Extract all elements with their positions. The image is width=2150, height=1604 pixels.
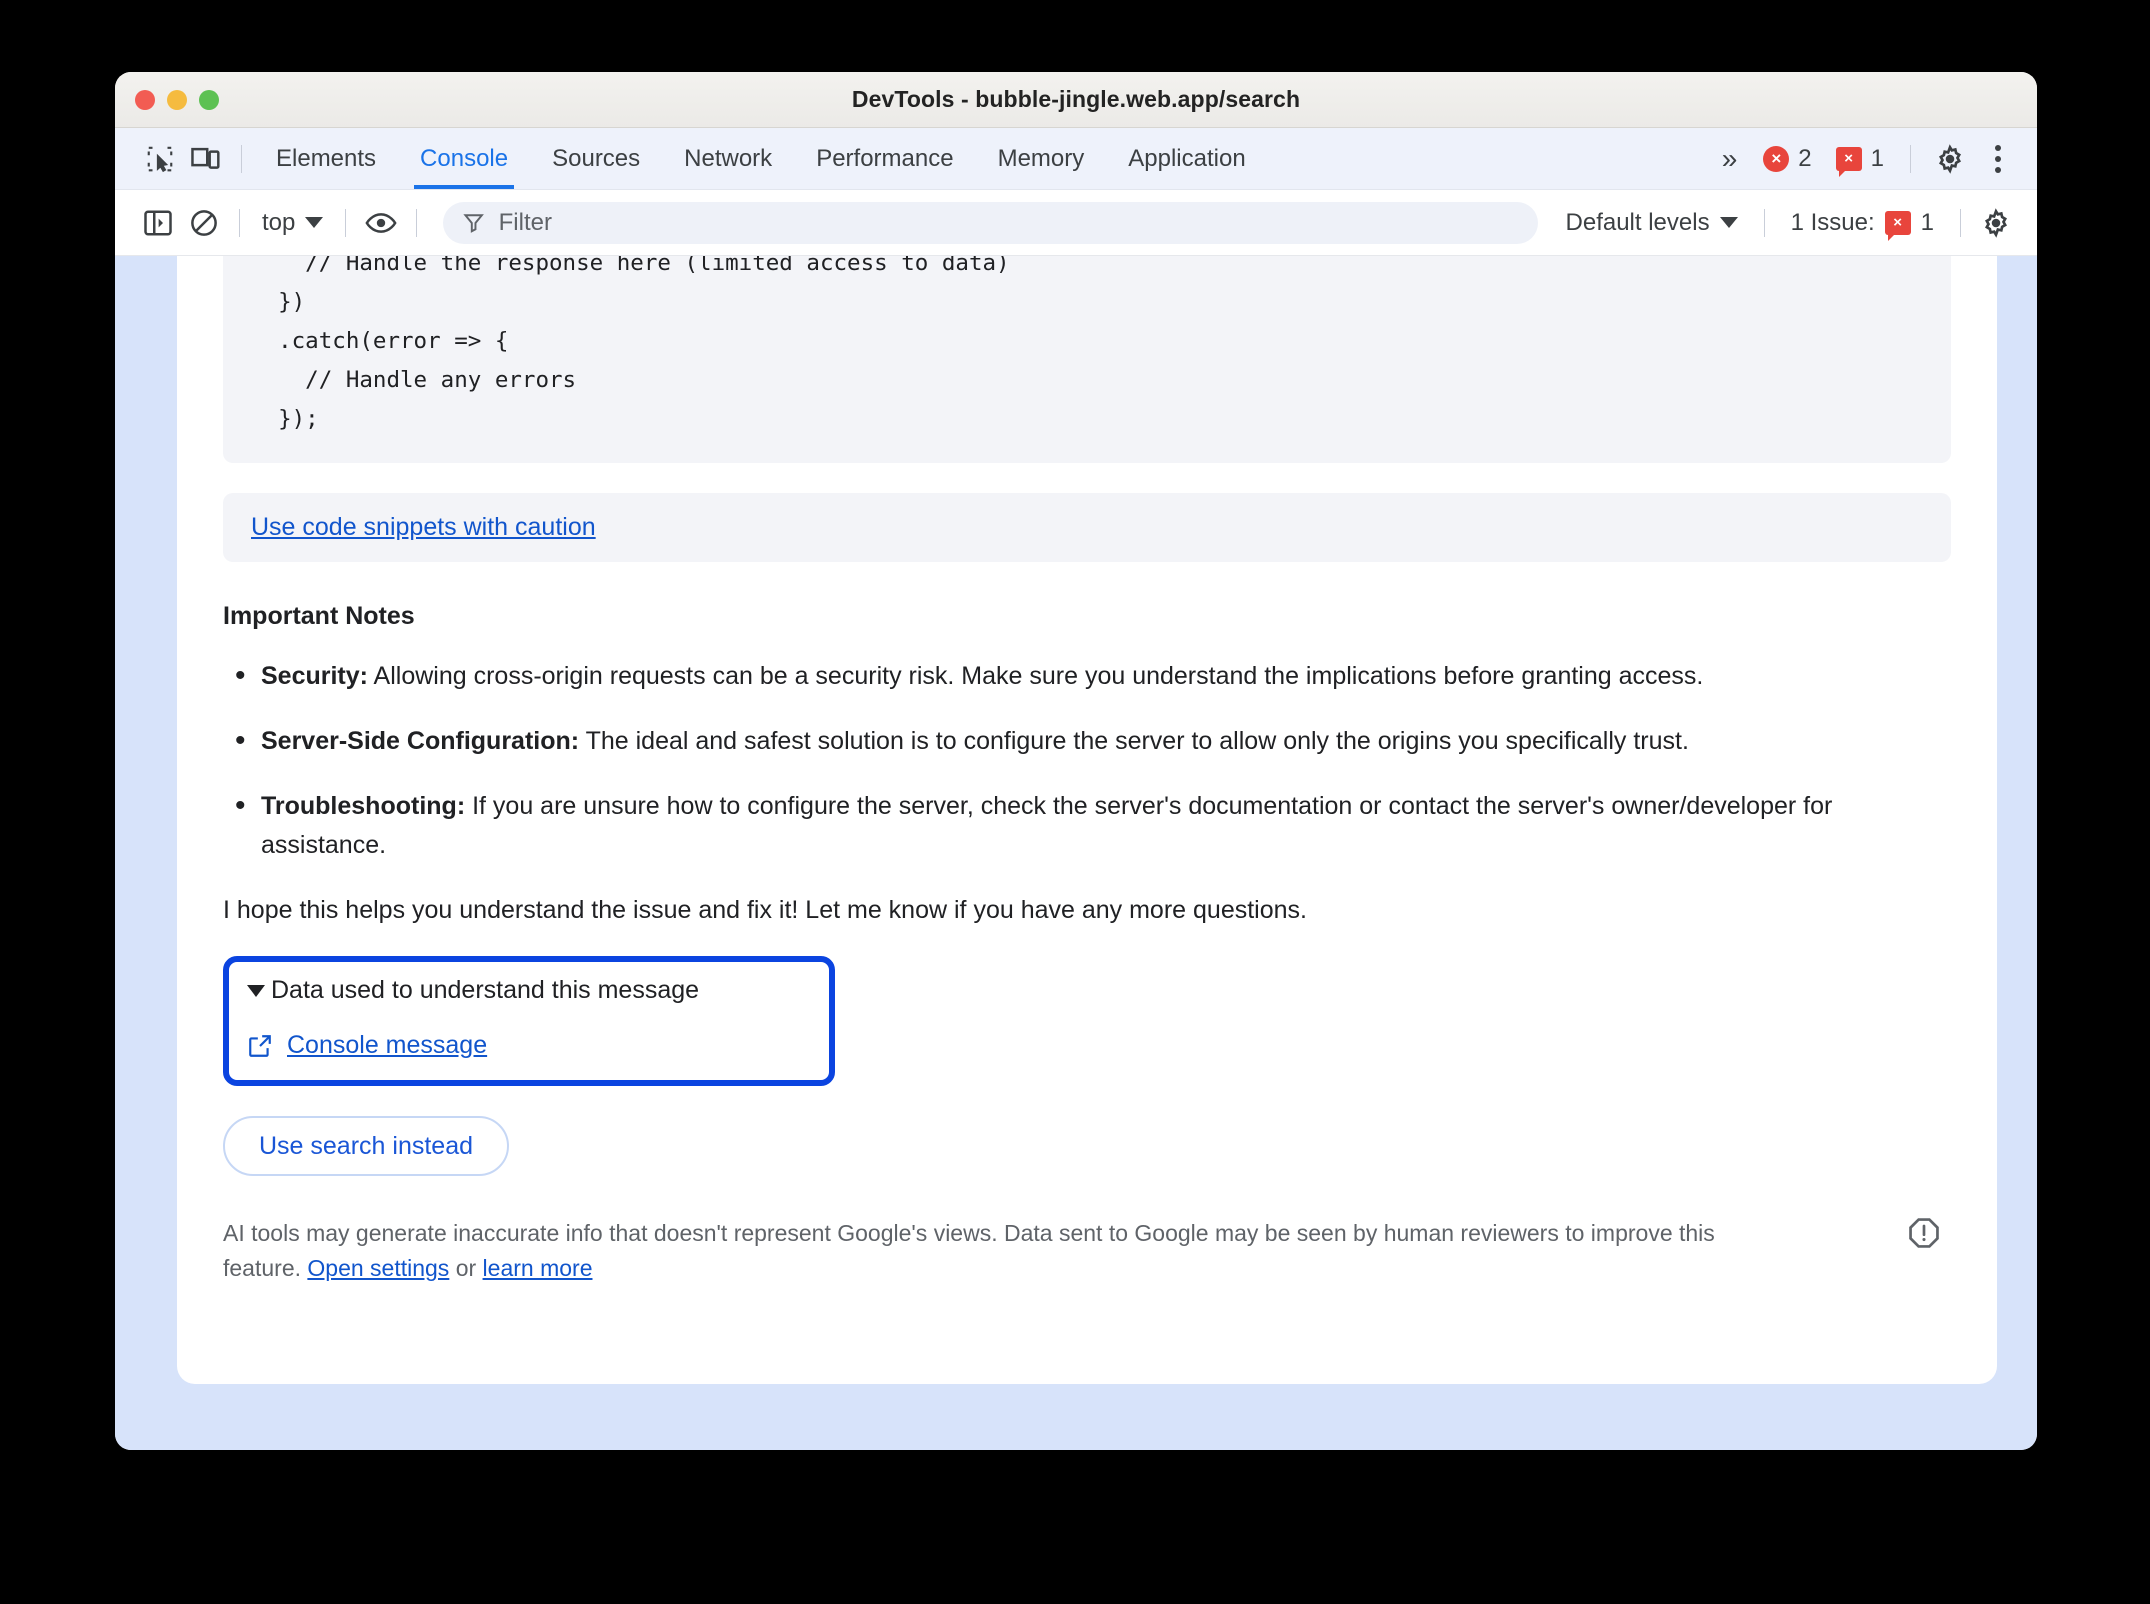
toolbar-divider-3 [416,208,418,237]
important-notes-heading: Important Notes [223,602,415,630]
tab-console[interactable]: Console [398,128,530,189]
issue-bubble-icon: × [1835,146,1862,177]
note-text: The ideal and safest solution is to conf… [579,727,1689,755]
error-count-badge[interactable]: × 2 [1753,145,1821,173]
console-settings-gear-icon[interactable] [1973,200,2019,246]
triangle-down-icon [247,984,265,997]
ai-card-content: // Handle the response here (limited acc… [177,256,1997,1326]
tab-sources[interactable]: Sources [530,128,662,189]
console-message-link[interactable]: Console message [287,1031,487,1060]
important-notes-list: Security: Allowing cross-origin requests… [223,656,1951,865]
note-term: Server-Side Configuration: [261,727,580,755]
window-titlebar: DevTools - bubble-jingle.web.app/search [115,72,2037,128]
chevron-down-icon-levels [1719,217,1738,228]
toolbar-divider-4 [1763,208,1765,237]
issue-count-badge[interactable]: × 1 [1826,144,1894,177]
device-toolbar-icon[interactable] [183,136,229,182]
tabbar-right-group: » × 2 × 1 [1706,136,2019,182]
toolbar-divider-1 [239,208,240,237]
console-sidebar-icon[interactable] [135,200,181,246]
issues-count-value: 1 [1920,208,1934,236]
funnel-icon [463,213,485,233]
issue-bubble-icon-toolbar: × [1884,210,1911,241]
ai-assistance-card: // Handle the response here (limited acc… [177,256,1997,1384]
disclaimer-between: or [449,1255,483,1281]
devtools-tabbar: Elements Console Sources Network Perform… [115,128,2037,190]
tab-elements[interactable]: Elements [254,128,398,189]
ai-disclaimer: AI tools may generate inaccurate info th… [223,1216,1951,1326]
console-body: // Handle the response here (limited acc… [115,256,2037,1450]
zoom-window-button[interactable] [199,89,219,110]
tab-memory[interactable]: Memory [976,128,1107,189]
kebab-menu-icon[interactable] [1977,144,2019,173]
note-text: If you are unsure how to configure the s… [261,792,1833,859]
issues-counter[interactable]: 1 Issue: × 1 [1777,208,1948,241]
note-term: Troubleshooting: [261,792,466,820]
live-expression-icon[interactable] [358,200,404,246]
note-term: Security: [261,662,368,690]
tabbar-divider-right [1910,144,1911,173]
tab-application[interactable]: Application [1106,128,1267,189]
tab-performance[interactable]: Performance [794,128,975,189]
external-link-icon [249,1034,271,1057]
open-settings-link[interactable]: Open settings [307,1255,449,1281]
closing-paragraph: I hope this helps you understand the iss… [223,896,1307,924]
issue-count-value: 1 [1870,144,1884,172]
log-levels-value: Default levels [1565,208,1710,236]
disclaimer-text: AI tools may generate inaccurate info th… [223,1216,1723,1286]
console-toolbar: top Default levels 1 Issue: × 1 [115,190,2037,256]
minimize-window-button[interactable] [167,89,187,110]
window-title: DevTools - bubble-jingle.web.app/search [851,86,1301,112]
filter-field[interactable] [443,201,1538,244]
list-item: Security: Allowing cross-origin requests… [235,656,1951,696]
devtools-window: DevTools - bubble-jingle.web.app/search … [115,72,2037,1450]
gear-icon[interactable] [1927,136,1973,182]
list-item: Troubleshooting: If you are unsure how t… [235,786,1951,865]
log-levels-select[interactable]: Default levels [1552,209,1752,237]
data-used-box[interactable]: Data used to understand this message Con… [223,956,835,1086]
use-search-instead-button[interactable]: Use search instead [223,1116,510,1176]
tabbar-divider [241,144,242,173]
more-tabs-icon[interactable]: » [1706,143,1750,175]
toolbar-divider-5 [1960,208,1961,237]
clear-console-icon[interactable] [181,200,227,246]
chevron-down-icon [305,217,324,228]
search-input[interactable] [498,208,1518,237]
execution-context-select[interactable]: top [252,209,333,237]
traffic-lights [135,89,219,110]
data-used-label: Data used to understand this message [271,976,700,1004]
code-snippet: // Handle the response here (limited acc… [223,256,1951,463]
learn-more-link[interactable]: learn more [483,1255,593,1281]
error-circle-icon: × [1763,145,1790,172]
tab-network[interactable]: Network [662,128,794,189]
code-caution-strip: Use code snippets with caution [223,493,1951,562]
data-source-row[interactable]: Console message [247,1031,811,1060]
toolbar-divider-2 [345,208,347,237]
warning-octagon-icon[interactable] [1907,1216,1941,1255]
list-item: Server-Side Configuration: The ideal and… [235,721,1951,761]
panel-tabs: Elements Console Sources Network Perform… [254,128,1268,189]
note-text: Allowing cross-origin requests can be a … [367,662,1704,690]
execution-context-value: top [262,208,296,236]
error-count-value: 2 [1798,144,1812,172]
data-used-toggle[interactable]: Data used to understand this message [247,976,811,1005]
issues-label: 1 Issue: [1790,208,1875,236]
inspect-element-icon[interactable] [137,136,183,182]
close-window-button[interactable] [135,89,155,110]
use-code-snippets-with-caution-link[interactable]: Use code snippets with caution [251,513,596,541]
